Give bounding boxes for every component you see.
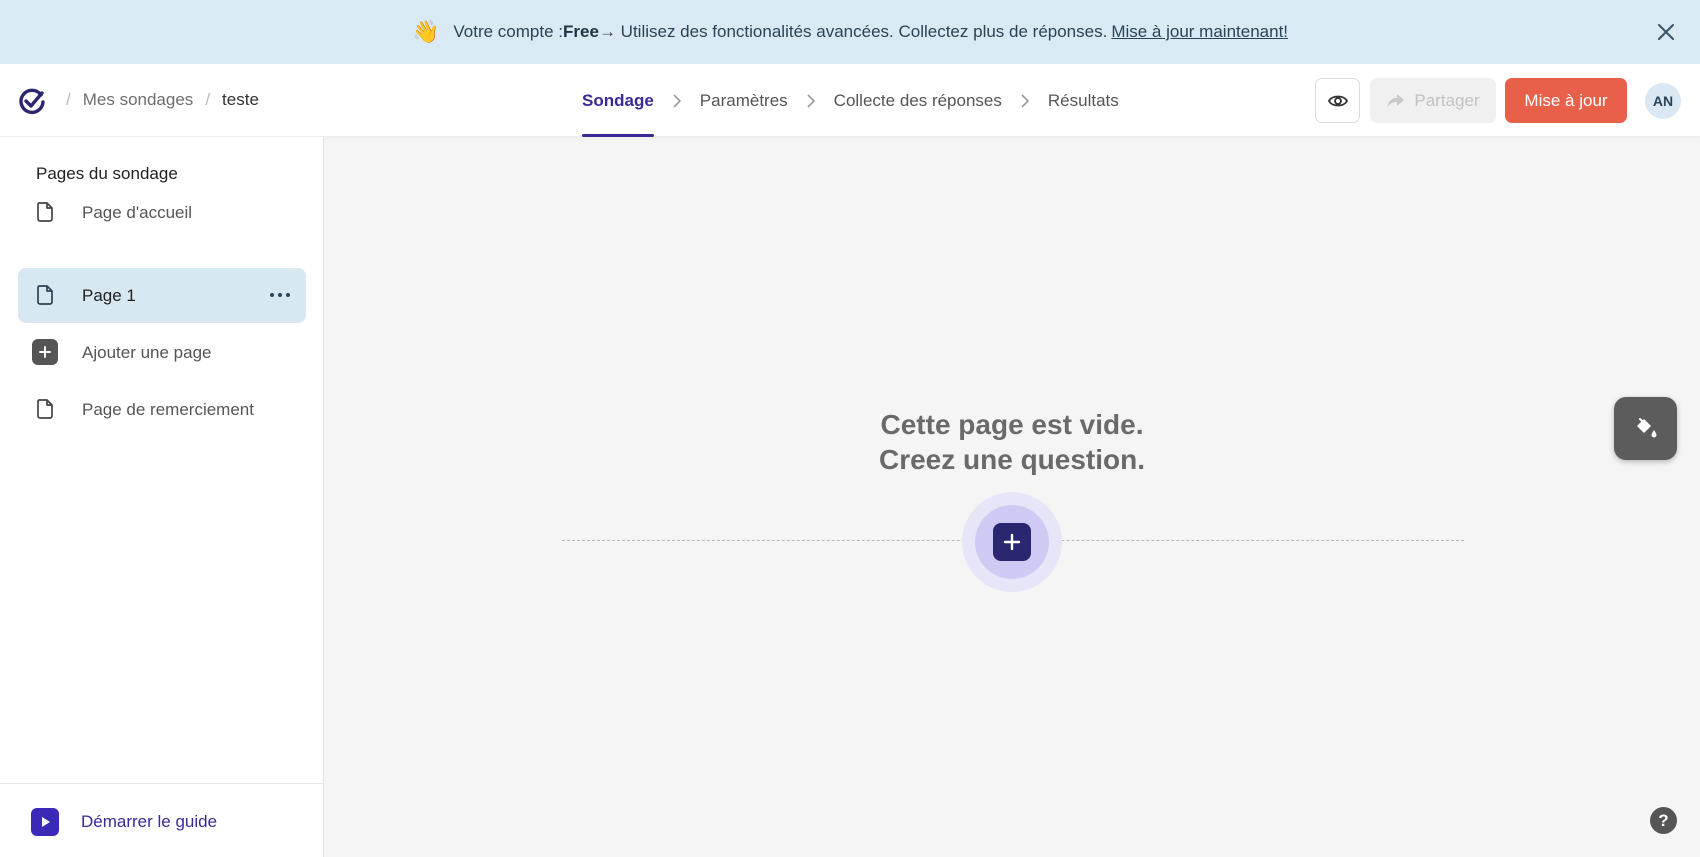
theme-paint-button[interactable]	[1614, 397, 1677, 460]
preview-button[interactable]	[1315, 78, 1360, 123]
top-header: / Mes sondages / teste Sondage Paramètre…	[0, 64, 1700, 137]
logo-check-icon[interactable]	[18, 87, 46, 115]
sidebar-footer: Démarrer le guide	[0, 783, 323, 857]
more-options-icon[interactable]	[268, 287, 292, 303]
avatar[interactable]: AN	[1645, 83, 1681, 119]
step-navigation: Sondage Paramètres Collecte des réponses…	[582, 64, 1119, 137]
close-icon[interactable]	[1654, 20, 1678, 44]
play-icon	[31, 808, 59, 836]
sidebar-title: Pages du sondage	[36, 164, 178, 183]
banner-prefix: Votre compte :	[453, 22, 564, 41]
tab-parametres[interactable]: Paramètres	[700, 64, 788, 137]
add-question-button[interactable]	[993, 523, 1031, 561]
empty-line-1: Cette page est vide.	[880, 409, 1144, 440]
breadcrumb-my-surveys[interactable]: Mes sondages	[83, 90, 194, 110]
plus-icon	[1003, 533, 1021, 551]
sidebar-item-page-1[interactable]: Page 1	[18, 268, 306, 323]
breadcrumb: / Mes sondages / teste	[54, 90, 259, 110]
sidebar: Pages du sondage Page d'accueil Page 1 A…	[0, 137, 324, 857]
banner-plan: Free	[563, 22, 599, 41]
chevron-right-icon	[673, 93, 681, 108]
tab-sondage[interactable]: Sondage	[582, 64, 654, 137]
empty-line-2: Creez une question.	[878, 444, 1146, 475]
sidebar-item-welcome-page[interactable]: Page d'accueil	[18, 185, 306, 240]
wave-emoji: 👋	[411, 19, 440, 44]
breadcrumb-separator: /	[66, 90, 71, 109]
share-arrow-icon	[1387, 93, 1405, 108]
share-label: Partager	[1414, 90, 1480, 110]
start-guide-button[interactable]: Démarrer le guide	[31, 808, 217, 836]
upgrade-button[interactable]: Mise à jour	[1505, 78, 1627, 123]
plus-icon	[32, 339, 58, 365]
empty-page-message: Cette page est vide. Creez une question.	[812, 407, 1212, 477]
page-icon	[37, 202, 53, 222]
sidebar-item-label: Page 1	[82, 285, 136, 305]
page-icon	[37, 399, 53, 419]
paint-bucket-icon	[1636, 417, 1656, 437]
eye-icon	[1327, 95, 1348, 106]
tab-resultats[interactable]: Résultats	[1048, 64, 1119, 137]
add-page-button[interactable]: Ajouter une page	[18, 325, 306, 380]
breadcrumb-separator: /	[205, 90, 211, 109]
banner-upgrade-link[interactable]: Mise à jour maintenant!	[1111, 22, 1288, 42]
sidebar-item-thank-you-page[interactable]: Page de remerciement	[18, 382, 306, 437]
sidebar-item-label: Page de remerciement	[82, 399, 254, 419]
breadcrumb-survey-name[interactable]: teste	[222, 90, 259, 110]
sidebar-item-label: Page d'accueil	[82, 202, 193, 222]
start-guide-label: Démarrer le guide	[81, 812, 218, 831]
banner-message: → Utilisez des fonctionalités avancées. …	[598, 22, 1108, 41]
upgrade-banner: 👋 Votre compte : Free → Utilisez des fon…	[0, 0, 1700, 64]
sidebar-item-label: Ajouter une page	[82, 342, 212, 362]
chevron-right-icon	[807, 93, 815, 108]
tab-collecte[interactable]: Collecte des réponses	[834, 64, 1002, 137]
page-icon	[37, 285, 53, 305]
help-button[interactable]: ?	[1650, 807, 1677, 834]
share-button[interactable]: Partager	[1370, 78, 1496, 123]
chevron-right-icon	[1021, 93, 1030, 108]
